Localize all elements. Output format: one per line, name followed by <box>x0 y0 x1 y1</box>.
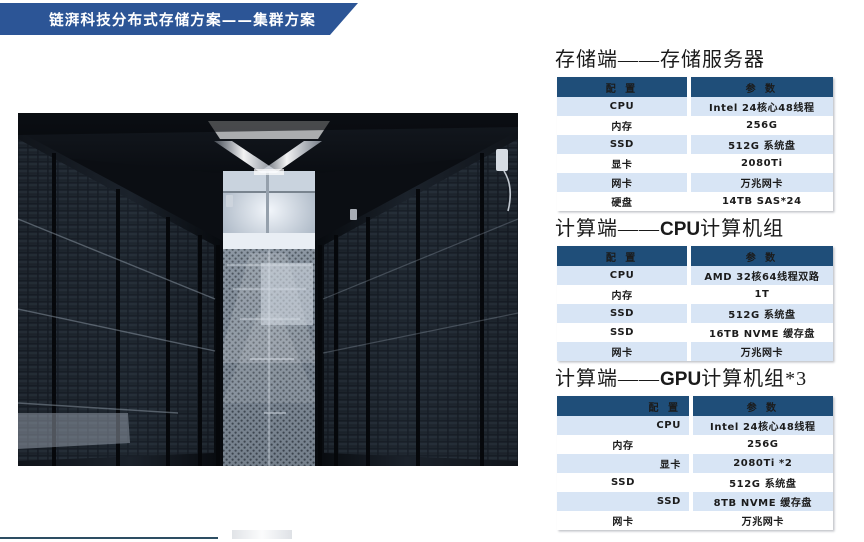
row-value: 8TB NVME 缓存盘 <box>692 492 833 511</box>
table-row: 网卡 万兆网卡 <box>557 511 833 530</box>
row-key: CPU <box>557 416 689 435</box>
spec-table-cpu: 配 置 参 数 CPU AMD 32核64线程双路 内存 1T SSD 512G… <box>557 246 833 361</box>
table-row: CPU Intel 24核心48线程 <box>557 97 833 116</box>
table-row: SSD 16TB NVME 缓存盘 <box>557 323 833 342</box>
column-header-config: 配 置 <box>557 77 687 97</box>
section-title-suffix: 存储服务器 <box>660 49 765 71</box>
section-title-prefix: 计算端—— <box>555 368 660 390</box>
section-title-gpu: 计算端——GPU计算机组*3 <box>549 365 849 394</box>
row-key: 内存 <box>557 435 689 454</box>
table-row: 网卡 万兆网卡 <box>557 173 833 192</box>
row-key: SSD <box>557 492 689 511</box>
row-value: 1T <box>690 285 833 304</box>
row-value: AMD 32核64线程双路 <box>690 266 833 285</box>
section-title-suffix: 计算机组 <box>700 218 785 240</box>
row-key: 网卡 <box>557 342 688 361</box>
slide-title-banner: 链湃科技分布式存储方案——集群方案 <box>0 3 358 35</box>
row-key: SSD <box>557 135 687 154</box>
table-row: 硬盘 14TB SAS*24 <box>557 192 833 211</box>
spec-section-gpu: 计算端——GPU计算机组*3 配 置 参 数 CPU Intel 24核心48线… <box>549 365 849 530</box>
table-row: SSD 512G 系统盘 <box>557 135 833 154</box>
table-header-row: 配 置 参 数 <box>557 396 833 416</box>
row-key: 内存 <box>557 116 687 135</box>
table-row: SSD 512G 系统盘 <box>557 473 833 492</box>
table-row: 内存 256G <box>557 116 833 135</box>
column-header-config: 配 置 <box>557 396 689 416</box>
datacenter-photo <box>18 113 518 466</box>
footer-rule <box>0 537 218 539</box>
spec-tables-column: 存储端——存储服务器 配 置 参 数 CPU Intel 24核心48线程 内存 <box>549 46 849 534</box>
table-row: SSD 512G 系统盘 <box>557 304 833 323</box>
slide-title-text: 链湃科技分布式存储方案——集群方案 <box>49 12 316 29</box>
section-title-cpu: 计算端——CPU计算机组 <box>549 215 849 244</box>
spec-table-gpu: 配 置 参 数 CPU Intel 24核心48线程 内存 256G 显卡 20… <box>557 396 833 530</box>
footer-watermark <box>232 530 292 539</box>
spec-section-storage: 存储端——存储服务器 配 置 参 数 CPU Intel 24核心48线程 内存 <box>549 46 849 211</box>
column-header-param: 参 数 <box>690 246 833 266</box>
table-header-row: 配 置 参 数 <box>557 246 833 266</box>
table-row: 显卡 2080Ti *2 <box>557 454 833 473</box>
row-key: CPU <box>557 266 688 285</box>
row-key: SSD <box>557 323 688 342</box>
row-key: SSD <box>557 473 689 492</box>
row-key: 内存 <box>557 285 688 304</box>
row-key: CPU <box>557 97 687 116</box>
section-title-storage: 存储端——存储服务器 <box>549 46 849 75</box>
table-row: 内存 256G <box>557 435 833 454</box>
row-value: 14TB SAS*24 <box>690 192 833 211</box>
table-row: 显卡 2080Ti <box>557 154 833 173</box>
row-key: 显卡 <box>557 454 689 473</box>
row-key: 显卡 <box>557 154 687 173</box>
row-key: 网卡 <box>557 173 687 192</box>
datacenter-photo-graphic <box>18 113 518 466</box>
row-value: 256G <box>690 116 833 135</box>
table-row: 网卡 万兆网卡 <box>557 342 833 361</box>
column-header-param: 参 数 <box>690 77 833 97</box>
table-row: CPU Intel 24核心48线程 <box>557 416 833 435</box>
row-value: 万兆网卡 <box>690 342 833 361</box>
row-value: 2080Ti *2 <box>692 454 833 473</box>
table-row: 内存 1T <box>557 285 833 304</box>
row-value: 512G 系统盘 <box>692 473 833 492</box>
section-title-latin: GPU <box>660 369 702 390</box>
column-header-param: 参 数 <box>692 396 833 416</box>
spec-table-storage: 配 置 参 数 CPU Intel 24核心48线程 内存 256G SSD 5… <box>557 77 833 211</box>
row-value: 万兆网卡 <box>690 173 833 192</box>
row-value: 512G 系统盘 <box>690 304 833 323</box>
slide-canvas: 链湃科技分布式存储方案——集群方案 存储端——存储服务器 配 置 参 数 CPU… <box>0 0 864 542</box>
table-header-row: 配 置 参 数 <box>557 77 833 97</box>
table-row: SSD 8TB NVME 缓存盘 <box>557 492 833 511</box>
row-value: 16TB NVME 缓存盘 <box>690 323 833 342</box>
row-value: 2080Ti <box>690 154 833 173</box>
section-title-suffix: 计算机组*3 <box>701 368 808 390</box>
row-value: 万兆网卡 <box>692 511 833 530</box>
section-title-prefix: 计算端—— <box>555 218 660 240</box>
section-title-latin: CPU <box>660 219 701 240</box>
row-value: 512G 系统盘 <box>690 135 833 154</box>
table-row: CPU AMD 32核64线程双路 <box>557 266 833 285</box>
row-key: 硬盘 <box>557 192 687 211</box>
row-value: 256G <box>692 435 833 454</box>
row-key: SSD <box>557 304 688 323</box>
row-key: 网卡 <box>557 511 689 530</box>
row-value: Intel 24核心48线程 <box>690 97 833 116</box>
row-value: Intel 24核心48线程 <box>692 416 833 435</box>
section-title-prefix: 存储端—— <box>555 49 660 71</box>
spec-section-cpu: 计算端——CPU计算机组 配 置 参 数 CPU AMD 32核64线程双路 内… <box>549 215 849 361</box>
column-header-config: 配 置 <box>557 246 688 266</box>
